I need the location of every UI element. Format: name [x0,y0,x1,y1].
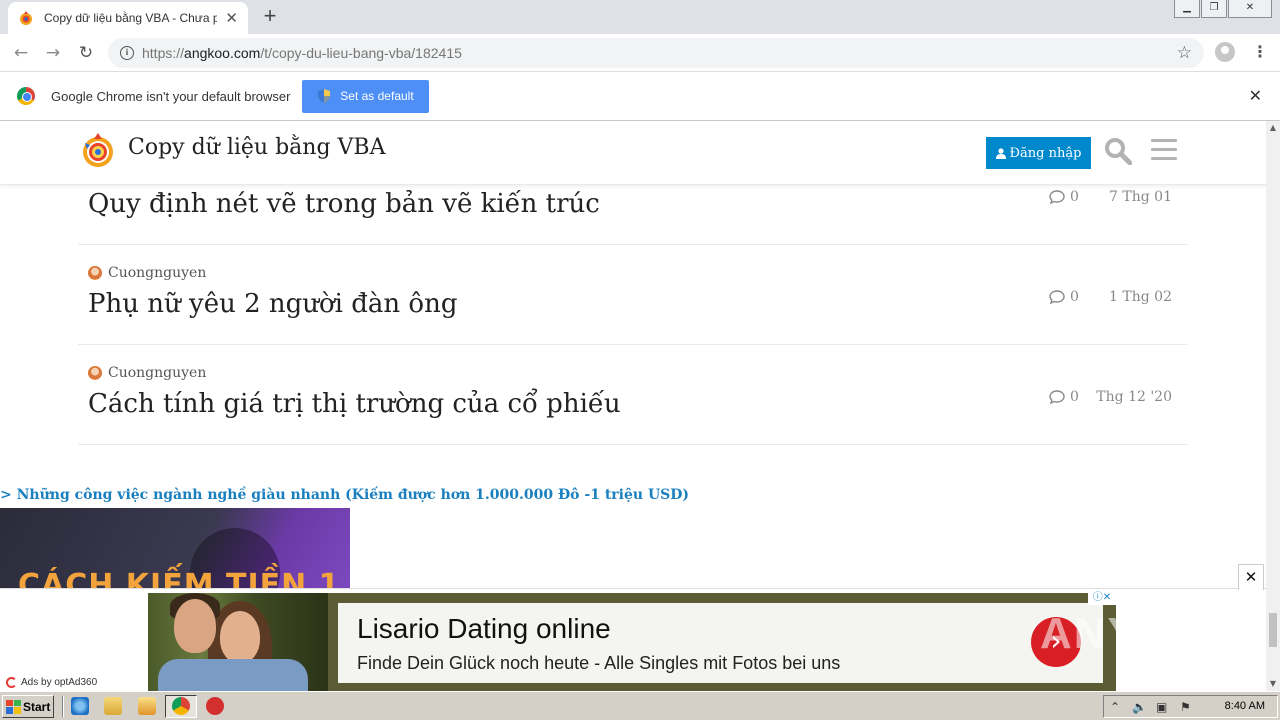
reply-count: 0 [1070,389,1079,405]
ad-close-icon[interactable]: ✕ [1238,564,1264,590]
media-player-icon[interactable] [138,697,156,715]
ad-choices-icon[interactable]: ⓘ✕ [1088,591,1116,605]
window-controls: ▁ ❐ ✕ [1173,0,1272,18]
action-center-flag-icon[interactable]: ⚑ [1180,700,1191,714]
ad-headline: Lisario Dating online [357,613,611,644]
ads-by-label[interactable]: Ads by optAd360 [6,677,97,688]
browser-toolbar: ← → ↻ i https://angkoo.com/t/copy-du-lie… [0,34,1280,72]
avatar [88,366,102,380]
address-bar[interactable]: i https://angkoo.com/t/copy-du-lieu-bang… [108,38,1204,68]
profile-avatar-icon[interactable] [1215,42,1235,62]
optad-logo-icon [6,677,17,688]
opera-taskbar-icon[interactable] [206,697,224,715]
avatar [88,266,102,280]
comment-icon [1049,190,1065,204]
back-arrow-icon[interactable]: ← [10,42,32,64]
topic-replies: 0 [1049,189,1079,205]
site-logo-icon[interactable] [81,131,115,169]
volume-icon[interactable]: 🔈 [1132,700,1147,714]
topic-title[interactable]: Cách tính giá trị thị trường của cổ phiế… [88,389,621,419]
scroll-up-icon[interactable]: ▲ [1266,121,1280,135]
comment-icon [1049,290,1065,304]
default-browser-infobar: Google Chrome isn't your default browser… [0,72,1280,121]
topic-row[interactable]: Cuongnguyen Cách tính giá trị thị trường… [78,345,1187,445]
start-label: Start [23,699,51,714]
windows-taskbar: Start ⌃ 🔈 ▣ ⚑ 8:40 AM [0,691,1280,720]
network-icon[interactable]: ▣ [1156,700,1167,714]
topic-replies: 0 [1049,389,1079,405]
tab-strip: Copy dữ liệu bằng VBA - Chưa phân ✕ + ▁ … [0,0,1280,34]
topic-author[interactable]: Cuongnguyen [88,265,206,281]
ad-photo-image [148,593,328,691]
anyrun-watermark: ANY RUN [1040,609,1254,658]
user-icon [995,147,1006,159]
set-as-default-label: Set as default [340,89,414,103]
url-text[interactable]: https://angkoo.com/t/copy-du-lieu-bang-v… [142,45,1177,61]
url-path: /t/copy-du-lieu-bang-vba/182415 [260,45,462,61]
url-scheme: https:// [142,45,185,61]
author-name: Cuongnguyen [108,265,207,281]
reply-count: 0 [1070,289,1079,305]
window-close-button[interactable]: ✕ [1228,0,1272,18]
site-info-icon[interactable]: i [120,46,134,60]
topic-replies: 0 [1049,289,1079,305]
windows-logo-icon [6,699,21,714]
author-name: Cuongnguyen [108,365,207,381]
taskbar-clock[interactable]: 8:40 AM [1225,700,1265,712]
login-button[interactable]: Đăng nhập [986,137,1091,169]
page-title[interactable]: Copy dữ liệu bằng VBA [128,135,385,160]
infobar-close-icon[interactable]: ✕ [1249,86,1262,105]
topic-date[interactable]: 7 Thg 01 [1109,189,1172,205]
ad-banner[interactable]: Lisario Dating online Finde Dein Glück n… [148,591,1116,691]
restore-button[interactable]: ❐ [1201,0,1227,18]
chrome-logo-icon [17,87,35,105]
forward-arrow-icon[interactable]: → [42,42,64,64]
promo-link[interactable]: > Những công việc ngành nghề giàu nhanh … [0,487,689,503]
page-scrollbar[interactable]: ▲ ▼ [1266,121,1280,691]
file-explorer-icon[interactable] [104,697,122,715]
topic-date[interactable]: Thg 12 '20 [1096,389,1172,405]
site-header: Copy dữ liệu bằng VBA Đăng nhập [0,121,1266,185]
tab-title: Copy dữ liệu bằng VBA - Chưa phân [44,11,218,25]
tab-close-icon[interactable]: ✕ [225,9,238,27]
site-favicon-icon [20,11,32,25]
minimize-button[interactable]: ▁ [1174,0,1200,18]
ad-subline: Finde Dein Glück noch heute - Alle Singl… [357,653,841,673]
ad-text-panel: Lisario Dating online Finde Dein Glück n… [338,603,1103,683]
set-as-default-button[interactable]: Set as default [302,79,430,113]
topic-row[interactable]: Cuongnguyen Phụ nữ yêu 2 người đàn ông 0… [78,245,1187,345]
bookmark-star-icon[interactable]: ☆ [1177,43,1192,63]
tray-expand-icon[interactable]: ⌃ [1110,700,1120,714]
scroll-thumb[interactable] [1269,613,1277,647]
reply-count: 0 [1070,189,1079,205]
url-host: angkoo.com [184,45,261,61]
page-viewport: Copy dữ liệu bằng VBA Đăng nhập Quy định… [0,121,1266,691]
promo-banner-image[interactable]: CÁCH KIẾM TIỀN 1 [0,508,350,598]
internet-explorer-icon[interactable] [71,697,89,715]
topic-title[interactable]: Quy định nét vẽ trong bản vẽ kiến trúc [88,189,600,219]
search-icon[interactable] [1104,137,1132,165]
browser-tab[interactable]: Copy dữ liệu bằng VBA - Chưa phân ✕ [8,2,248,34]
scroll-down-icon[interactable]: ▼ [1266,677,1280,691]
topic-title[interactable]: Phụ nữ yêu 2 người đàn ông [88,289,457,319]
uac-shield-icon [318,89,331,103]
reload-icon[interactable]: ↻ [75,42,97,64]
taskbar-divider [62,696,64,717]
ads-by-text: Ads by optAd360 [21,677,98,688]
comment-icon [1049,390,1065,404]
infobar-message: Google Chrome isn't your default browser [51,88,291,104]
topic-author[interactable]: Cuongnguyen [88,365,206,381]
start-button[interactable]: Start [2,695,54,718]
system-tray: ⌃ 🔈 ▣ ⚑ 8:40 AM [1103,695,1278,718]
login-label: Đăng nhập [1009,145,1082,161]
hamburger-menu-icon[interactable] [1151,139,1177,161]
new-tab-button[interactable]: + [260,4,280,28]
chrome-menu-icon[interactable]: ⋮ [1252,42,1268,61]
topic-date[interactable]: 1 Thg 02 [1109,289,1172,305]
chrome-taskbar-icon[interactable] [172,697,190,715]
bottom-ad-bar: ✕ Lisario Dating online Finde Dein Glück… [0,564,1266,691]
